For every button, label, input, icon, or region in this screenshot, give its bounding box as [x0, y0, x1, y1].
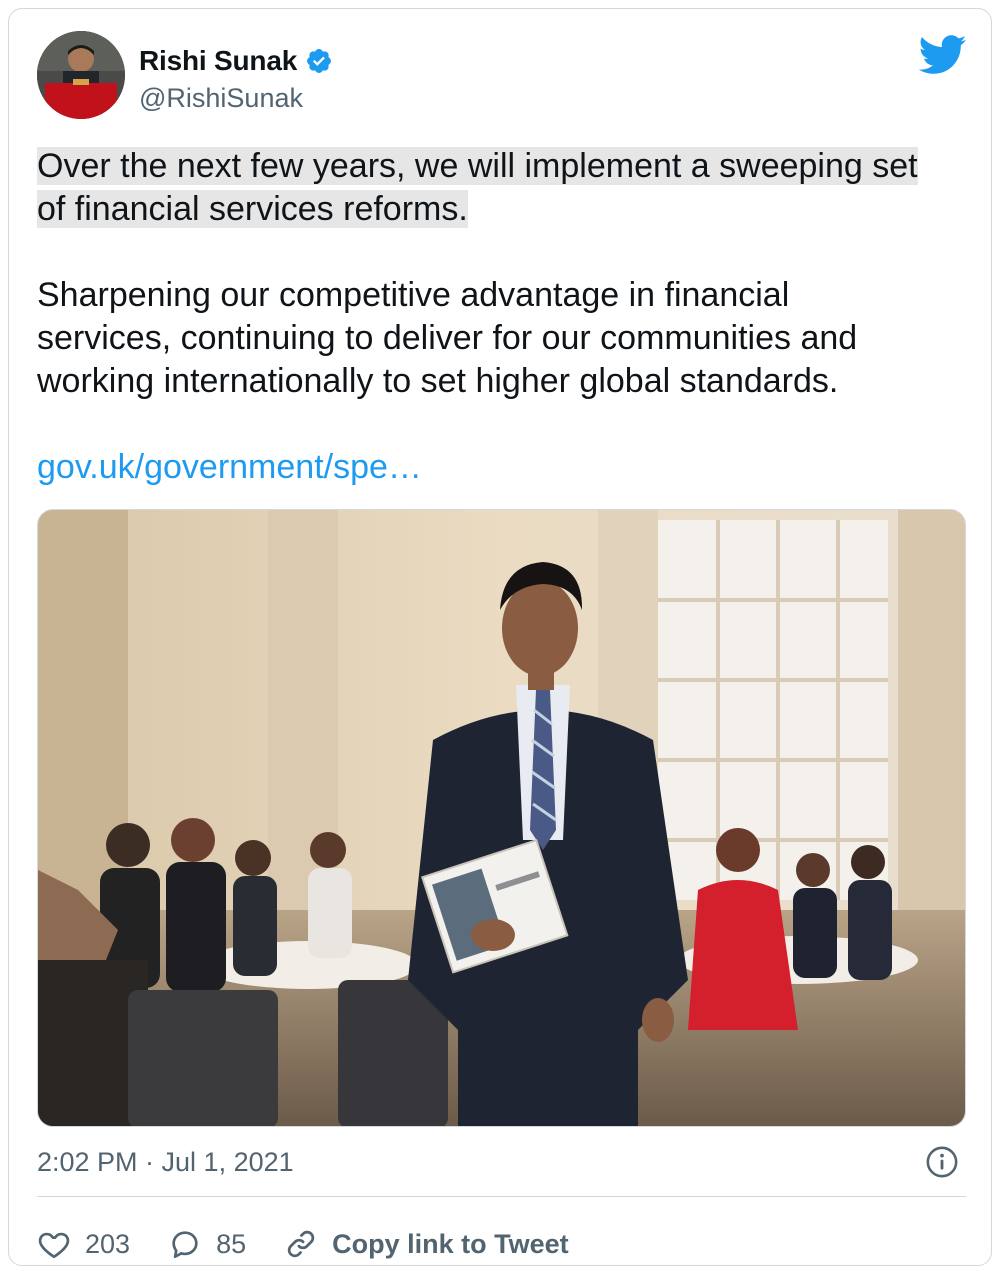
author-name[interactable]: Rishi Sunak — [139, 45, 297, 77]
paragraph2-line-1: Sharpening our competitive advantage in … — [37, 276, 790, 314]
twitter-bird-icon[interactable] — [919, 35, 967, 75]
highlighted-paragraph: Over the next few years, we will impleme… — [37, 145, 967, 231]
author-block: Rishi Sunak @RishiSunak — [139, 45, 333, 114]
paragraph2-line-3: working internationally to set higher gl… — [37, 362, 839, 400]
second-paragraph: Sharpening our competitive advantage in … — [37, 274, 967, 403]
heart-icon — [38, 1232, 70, 1259]
author-handle[interactable]: @RishiSunak — [139, 83, 333, 114]
tweet-text: Over the next few years, we will impleme… — [37, 145, 967, 489]
tweet-card: Rishi Sunak @RishiSunak Over the next fe… — [8, 8, 992, 1266]
like-count: 203 — [85, 1228, 131, 1259]
tweet-timestamp[interactable]: 2:02 PM · Jul 1, 2021 — [37, 1147, 294, 1178]
like-action[interactable]: 203 — [37, 1227, 130, 1261]
tweet-header: Rishi Sunak @RishiSunak — [37, 31, 967, 121]
verified-badge-icon — [307, 49, 332, 73]
paragraph2-line-2: services, continuing to deliver for our … — [37, 319, 858, 357]
reply-action[interactable]: 85 — [168, 1227, 246, 1261]
copy-link-label: Copy link to Tweet — [332, 1228, 569, 1259]
avatar[interactable] — [37, 31, 125, 119]
info-icon[interactable] — [925, 1145, 959, 1179]
highlighted-line-1: Over the next few years, we will impleme… — [37, 147, 918, 185]
link-icon — [287, 1230, 315, 1258]
highlighted-line-2: of financial services reforms. — [37, 190, 468, 228]
reply-count: 85 — [216, 1228, 247, 1259]
action-bar: 203 85 Copy link to Tweet — [37, 1221, 607, 1267]
copy-link-action[interactable]: Copy link to Tweet — [284, 1227, 569, 1261]
divider — [37, 1196, 966, 1197]
reply-icon — [172, 1231, 198, 1259]
tweet-link[interactable]: gov.uk/government/spe… — [37, 448, 422, 486]
tweet-photo[interactable] — [37, 509, 966, 1127]
